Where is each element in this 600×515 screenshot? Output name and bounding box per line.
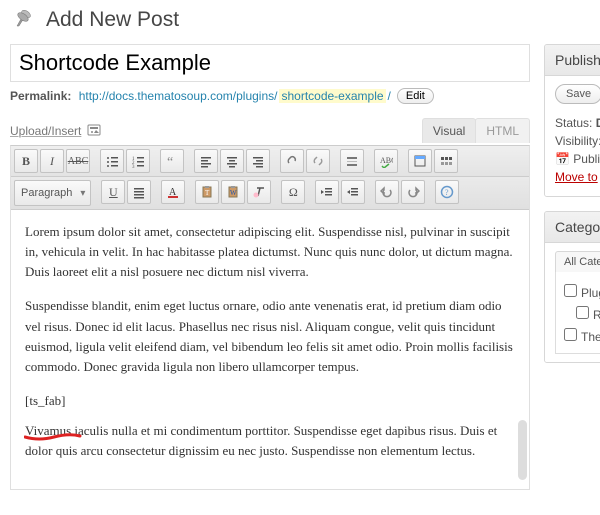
help-button[interactable]: ? (435, 180, 459, 204)
underline-button[interactable]: U (101, 180, 125, 204)
shortcode-text: [ts_fab] (25, 393, 65, 408)
svg-text:ABC: ABC (380, 156, 393, 165)
permalink-row: Permalink: http://docs.thematosoup.com/p… (10, 88, 530, 104)
align-left-button[interactable] (194, 149, 218, 173)
unlink-button[interactable] (306, 149, 330, 173)
justify-button[interactable] (127, 180, 151, 204)
align-center-button[interactable] (220, 149, 244, 173)
charmap-button[interactable]: Ω (281, 180, 305, 204)
textcolor-button[interactable]: A (161, 180, 185, 204)
calendar-icon: 📅 (555, 152, 570, 166)
outdent-button[interactable] (315, 180, 339, 204)
italic-button[interactable]: I (40, 149, 64, 173)
permalink-label: Permalink: (10, 89, 71, 103)
category-checkbox[interactable]: R (560, 303, 598, 322)
align-right-button[interactable] (246, 149, 270, 173)
editor: B I ABC 123 “ (10, 145, 530, 490)
indent-button[interactable] (341, 180, 365, 204)
ol-button[interactable]: 123 (126, 149, 150, 173)
save-draft-button[interactable]: Save (555, 84, 600, 104)
editor-content[interactable]: Lorem ipsum dolor sit amet, consectetur … (11, 210, 529, 489)
undo-button[interactable] (375, 180, 399, 204)
bold-button[interactable]: B (14, 149, 38, 173)
svg-text:T: T (205, 189, 210, 197)
svg-text:W: W (230, 189, 237, 197)
category-checkbox[interactable]: Plug (560, 281, 598, 300)
page-title: Add New Post (46, 8, 179, 32)
spellcheck-button[interactable]: ABC (374, 149, 398, 173)
content-paragraph: Lorem ipsum dolor sit amet, consectetur … (25, 222, 515, 282)
svg-text:1: 1 (132, 157, 135, 162)
publish-title: Publish (545, 45, 600, 76)
annotation-underline (24, 433, 80, 443)
redo-button[interactable] (401, 180, 425, 204)
blockquote-button[interactable]: “ (160, 149, 184, 173)
add-media-icon[interactable] (87, 123, 103, 139)
link-button[interactable] (280, 149, 304, 173)
categories-title: Categor (545, 212, 600, 243)
svg-text:2: 2 (132, 161, 135, 166)
category-checkbox[interactable]: The (560, 325, 598, 344)
edit-slug-button[interactable]: Edit (397, 88, 434, 104)
categories-metabox: Categor All Cate Plug R The (544, 211, 600, 363)
fullscreen-button[interactable] (408, 149, 432, 173)
publish-metabox: Publish Save Status: D Visibility: 📅 Pub… (544, 44, 600, 197)
permalink-base[interactable]: http://docs.thematosoup.com/plugins/ (79, 89, 278, 103)
upload-insert-link[interactable]: Upload/Insert (10, 124, 81, 138)
remove-format-button[interactable] (247, 180, 271, 204)
move-to-trash-link[interactable]: Move to (555, 170, 598, 184)
kitchensink-button[interactable] (434, 149, 458, 173)
paste-word-button[interactable]: W (221, 180, 245, 204)
svg-text:3: 3 (132, 165, 135, 168)
svg-text:A: A (169, 187, 177, 198)
tab-visual[interactable]: Visual (422, 118, 476, 143)
all-categories-tab[interactable]: All Cate (555, 251, 600, 272)
pushpin-icon (10, 6, 38, 34)
more-button[interactable] (340, 149, 364, 173)
tab-html[interactable]: HTML (475, 118, 530, 143)
content-paragraph: Vivamus iaculis nulla et mi condimentum … (25, 421, 515, 461)
permalink-slug[interactable]: shortcode-example (279, 89, 385, 103)
svg-text:“: “ (167, 155, 173, 168)
format-select[interactable]: Paragraph (14, 180, 91, 206)
post-title-input[interactable] (10, 44, 530, 82)
scrollbar-thumb[interactable] (518, 420, 527, 480)
content-paragraph: Suspendisse blandit, enim eget luctus or… (25, 296, 515, 377)
strike-button[interactable]: ABC (66, 149, 90, 173)
paste-text-button[interactable]: T (195, 180, 219, 204)
svg-text:?: ? (445, 188, 449, 197)
ul-button[interactable] (100, 149, 124, 173)
